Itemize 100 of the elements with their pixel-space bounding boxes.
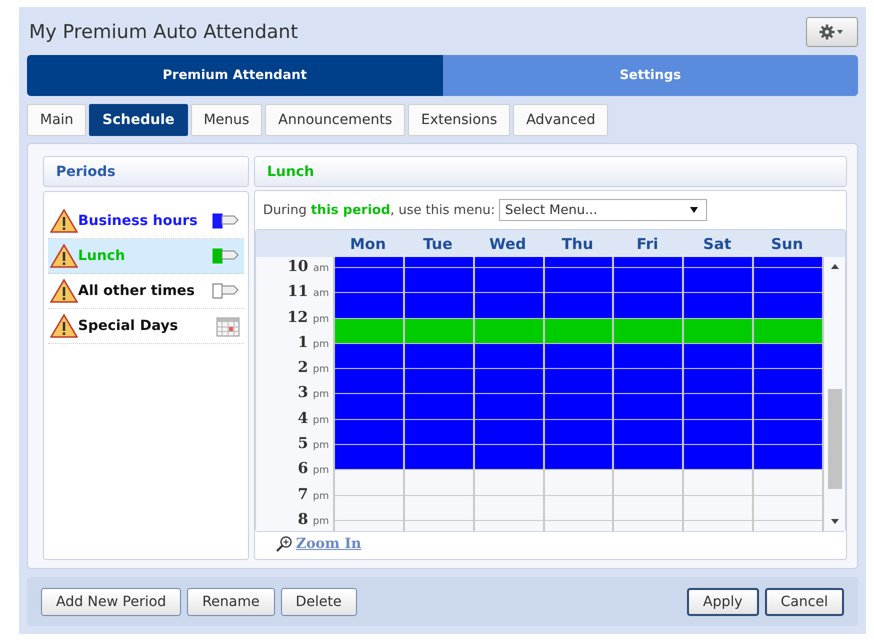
schedule-cell[interactable] bbox=[472, 444, 543, 470]
schedule-cell[interactable] bbox=[472, 318, 543, 343]
schedule-cell[interactable] bbox=[402, 393, 473, 419]
schedule-cell[interactable] bbox=[472, 257, 543, 267]
schedule-cell[interactable] bbox=[333, 469, 403, 495]
schedule-cell[interactable] bbox=[682, 469, 752, 495]
schedule-cell[interactable] bbox=[333, 318, 403, 343]
schedule-cell[interactable] bbox=[612, 444, 682, 470]
schedule-cell[interactable] bbox=[542, 318, 612, 343]
schedule-cell[interactable] bbox=[542, 267, 612, 292]
tab[interactable]: Announcements bbox=[265, 104, 406, 136]
schedule-cell[interactable] bbox=[402, 257, 473, 267]
schedule-cell[interactable] bbox=[612, 393, 682, 419]
schedule-cell[interactable] bbox=[333, 267, 403, 292]
schedule-cell[interactable] bbox=[542, 418, 612, 444]
schedule-cell[interactable] bbox=[402, 342, 473, 368]
schedule-cell[interactable] bbox=[542, 342, 612, 368]
schedule-cell[interactable] bbox=[682, 292, 752, 318]
schedule-cell[interactable] bbox=[402, 368, 473, 394]
schedule-cell[interactable] bbox=[682, 318, 752, 343]
schedule-cell[interactable] bbox=[752, 342, 822, 368]
schedule-cell[interactable] bbox=[682, 418, 752, 444]
zoom-in-link[interactable]: Zoom In bbox=[296, 536, 362, 552]
schedule-cell[interactable] bbox=[472, 292, 543, 318]
schedule-cell[interactable] bbox=[333, 393, 403, 419]
schedule-cell[interactable] bbox=[612, 318, 682, 343]
tab[interactable]: Advanced bbox=[513, 104, 608, 136]
schedule-cell[interactable] bbox=[402, 318, 473, 343]
schedule-cell[interactable] bbox=[333, 418, 403, 444]
schedule-cell[interactable] bbox=[752, 267, 822, 292]
footer-button[interactable]: Cancel bbox=[764, 588, 844, 616]
schedule-cell[interactable] bbox=[542, 393, 612, 419]
schedule-cell[interactable] bbox=[682, 257, 752, 267]
schedule-cell[interactable] bbox=[682, 342, 752, 368]
schedule-cell[interactable] bbox=[472, 342, 543, 368]
schedule-cell[interactable] bbox=[333, 257, 403, 267]
schedule-cell[interactable] bbox=[752, 494, 822, 520]
schedule-cell[interactable] bbox=[752, 393, 822, 419]
schedule-cell[interactable] bbox=[472, 418, 543, 444]
schedule-cell[interactable] bbox=[333, 292, 403, 318]
warning-icon bbox=[50, 209, 78, 233]
schedule-cell[interactable] bbox=[612, 342, 682, 368]
schedule-cell[interactable] bbox=[752, 444, 822, 470]
schedule-cell[interactable] bbox=[612, 292, 682, 318]
period-item[interactable]: Special Days bbox=[48, 309, 244, 344]
schedule-cell[interactable] bbox=[612, 418, 682, 444]
schedule-cell[interactable] bbox=[333, 494, 403, 520]
period-title: Lunch bbox=[267, 164, 314, 180]
schedule-cell[interactable] bbox=[542, 368, 612, 394]
schedule-cell[interactable] bbox=[682, 368, 752, 394]
footer-button[interactable]: Apply bbox=[687, 588, 759, 616]
schedule-cell[interactable] bbox=[752, 469, 822, 495]
schedule-cell[interactable] bbox=[612, 267, 682, 292]
tab[interactable]: Schedule bbox=[89, 104, 188, 136]
schedule-cell[interactable] bbox=[612, 257, 682, 267]
schedule-cell[interactable] bbox=[472, 368, 543, 394]
schedule-cell[interactable] bbox=[333, 368, 403, 394]
tab[interactable]: Main bbox=[27, 104, 86, 136]
schedule-cell[interactable] bbox=[752, 292, 822, 318]
schedule-cell[interactable] bbox=[333, 342, 403, 368]
schedule-cell[interactable] bbox=[752, 257, 822, 267]
schedule-cell[interactable] bbox=[402, 418, 473, 444]
scroll-up-icon[interactable] bbox=[830, 264, 838, 269]
nav-tab[interactable]: Premium Attendant bbox=[27, 55, 442, 96]
scroll-down-icon[interactable] bbox=[830, 519, 838, 524]
menu-dropdown[interactable]: Select Menu... bbox=[499, 199, 708, 221]
schedule-cell[interactable] bbox=[542, 444, 612, 470]
schedule-cell[interactable] bbox=[752, 418, 822, 444]
schedule-cell[interactable] bbox=[542, 292, 612, 318]
schedule-cell[interactable] bbox=[682, 494, 752, 520]
schedule-cell[interactable] bbox=[402, 292, 473, 318]
tab[interactable]: Menus bbox=[190, 104, 262, 136]
schedule-cell[interactable] bbox=[402, 267, 473, 292]
tab[interactable]: Extensions bbox=[408, 104, 510, 136]
schedule-cell[interactable] bbox=[682, 393, 752, 419]
period-item[interactable]: All other times bbox=[48, 274, 244, 309]
schedule-cell[interactable] bbox=[542, 469, 612, 495]
footer-button[interactable]: Delete bbox=[280, 588, 357, 616]
schedule-cell[interactable] bbox=[752, 368, 822, 394]
schedule-cell[interactable] bbox=[542, 494, 612, 520]
scroll-thumb[interactable] bbox=[828, 389, 842, 489]
schedule-cell[interactable] bbox=[333, 444, 403, 470]
schedule-cell[interactable] bbox=[612, 494, 682, 520]
schedule-cell[interactable] bbox=[472, 494, 543, 520]
schedule-cell[interactable] bbox=[402, 444, 473, 470]
scrollbar[interactable] bbox=[822, 257, 845, 531]
schedule-cell[interactable] bbox=[402, 469, 473, 495]
schedule-cell[interactable] bbox=[752, 318, 822, 343]
schedule-cell[interactable] bbox=[472, 469, 543, 495]
schedule-cell[interactable] bbox=[682, 444, 752, 470]
schedule-cell[interactable] bbox=[542, 257, 612, 267]
footer-button[interactable]: Add New Period bbox=[41, 588, 182, 616]
settings-button[interactable] bbox=[806, 17, 858, 47]
footer-button[interactable]: Rename bbox=[187, 588, 275, 616]
schedule-cell[interactable] bbox=[612, 368, 682, 394]
schedule-cell[interactable] bbox=[402, 494, 473, 520]
schedule-cell[interactable] bbox=[472, 393, 543, 419]
schedule-cell[interactable] bbox=[612, 469, 682, 495]
schedule-cell[interactable] bbox=[472, 267, 543, 292]
schedule-cell[interactable] bbox=[682, 267, 752, 292]
